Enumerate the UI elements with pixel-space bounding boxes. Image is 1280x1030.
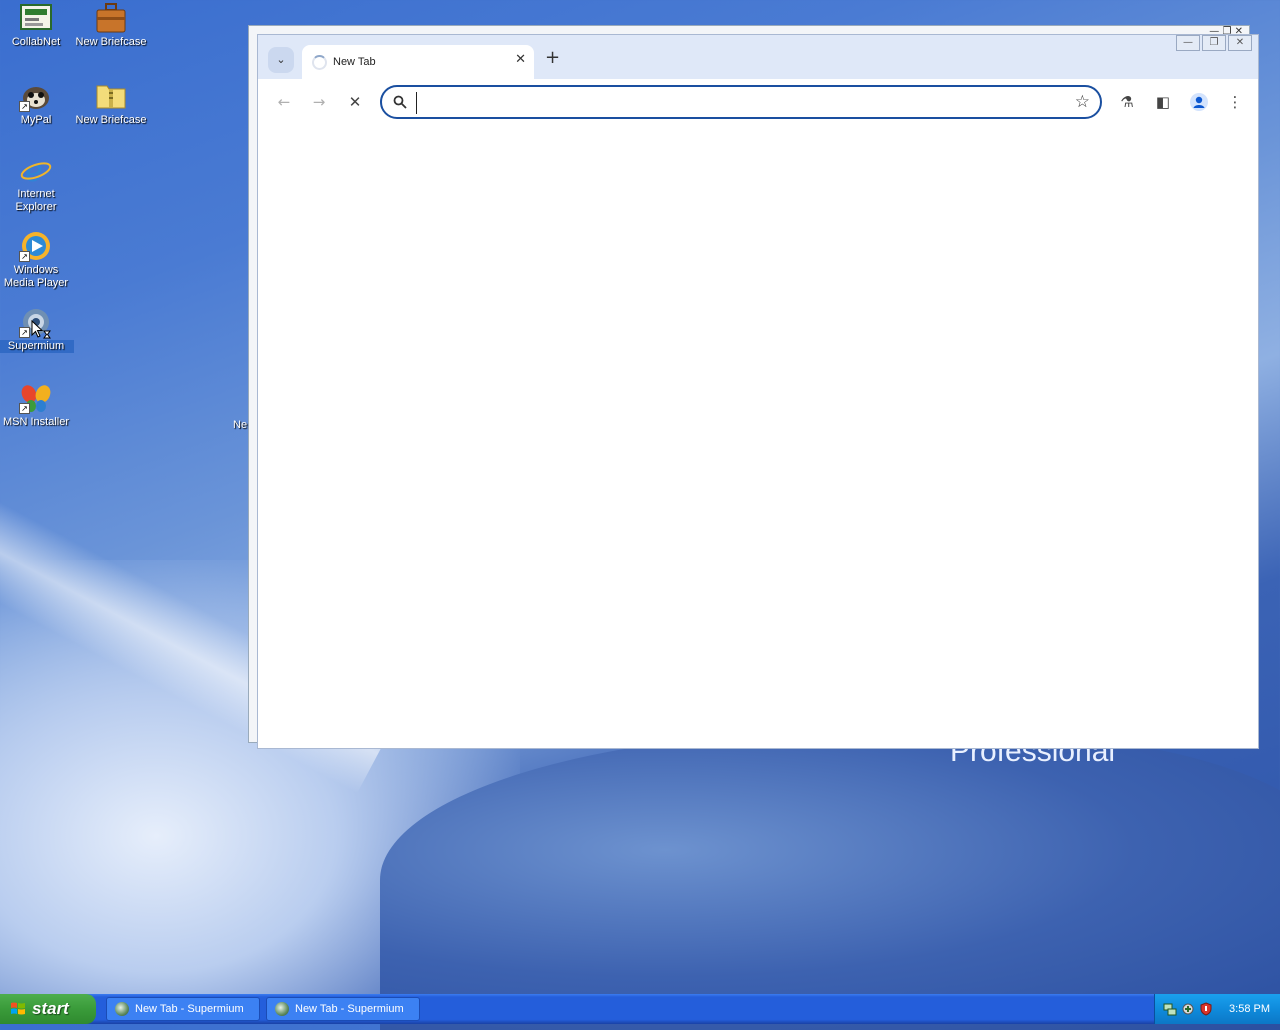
desktop-icon-windows-media-player[interactable]: ↗ Windows Media Player (0, 230, 74, 290)
shortcut-arrow-icon: ↗ (19, 403, 30, 414)
shortcut-arrow-icon: ↗ (19, 251, 30, 262)
profile-icon (1190, 93, 1208, 111)
maximize-button[interactable]: ❐ (1202, 35, 1226, 51)
media-player-icon: ↗ (19, 230, 53, 262)
address-bar[interactable]: ☆ (380, 85, 1102, 119)
system-tray: 3:58 PM (1154, 994, 1280, 1024)
profile-button[interactable] (1188, 91, 1210, 113)
forward-button[interactable]: → (308, 91, 330, 113)
labs-flask-icon[interactable]: ⚗ (1116, 91, 1138, 113)
desktop-icon-collabnet[interactable]: CollabNet (0, 2, 74, 49)
desktop-icon-label: CollabNet (11, 36, 61, 48)
shortcut-arrow-icon: ↗ (19, 327, 30, 338)
svg-text:e: e (25, 154, 43, 186)
desktop-icon-internet-explorer[interactable]: e Internet Explorer (0, 154, 74, 214)
desktop-icon-msn-installer[interactable]: ↗ MSN Installer (0, 382, 74, 429)
collabnet-icon (19, 2, 53, 34)
taskbar: start New Tab - Supermium New Tab - Supe… (0, 994, 1280, 1024)
clock[interactable]: 3:58 PM (1229, 994, 1270, 1024)
tab-new-tab[interactable]: New Tab ✕ (302, 45, 534, 79)
new-tab-button[interactable]: + (545, 48, 560, 68)
tab-search-button[interactable]: ⌄ (268, 47, 294, 73)
clipped-desktop-label: Ne (233, 419, 248, 431)
safely-remove-tray-icon[interactable] (1181, 1002, 1195, 1016)
briefcase-icon (94, 2, 128, 34)
close-window-button[interactable]: ✕ (1228, 35, 1252, 51)
mouse-cursor-busy-icon (31, 320, 51, 339)
zip-folder-icon (94, 80, 128, 112)
taskbar-button-supermium-1[interactable]: New Tab - Supermium (106, 997, 260, 1021)
desktop-icon-label: Windows Media Player (3, 264, 69, 289)
desktop-icon-label: Internet Explorer (15, 188, 57, 213)
desktop-icon-new-briefcase-1[interactable]: New Briefcase (73, 2, 149, 49)
wallpaper-shape (380, 730, 1280, 1030)
desktop-icon-label: MyPal (20, 114, 52, 126)
desktop-icon-label: MSN Installer (2, 416, 70, 428)
mypal-icon: ↗ (19, 80, 53, 112)
network-tray-icon[interactable] (1163, 1002, 1177, 1016)
desktop-icon-label: New Briefcase (75, 114, 147, 126)
msn-butterfly-icon: ↗ (19, 382, 53, 414)
search-icon (393, 95, 407, 109)
back-button[interactable]: ← (273, 91, 295, 113)
windows-flag-icon (11, 1002, 25, 1015)
internet-explorer-icon: e (19, 154, 53, 189)
supermium-icon (115, 1002, 129, 1016)
tab-close-button[interactable]: ✕ (515, 52, 526, 67)
page-content[interactable] (258, 125, 1258, 748)
taskbar-button-label: New Tab - Supermium (295, 1003, 404, 1015)
bookmark-star-icon[interactable]: ☆ (1075, 92, 1090, 112)
security-shield-tray-icon[interactable] (1199, 1002, 1213, 1016)
minimize-button[interactable]: — (1176, 35, 1200, 51)
start-label: start (32, 999, 69, 1018)
tab-strip: ⌄ New Tab ✕ + — ❐ ✕ (258, 35, 1258, 79)
chevron-down-icon: ⌄ (276, 53, 286, 66)
address-input[interactable] (416, 92, 1063, 114)
window-controls: — ❐ ✕ (1176, 35, 1252, 51)
start-button[interactable]: start (0, 994, 96, 1024)
taskbar-button-supermium-2[interactable]: New Tab - Supermium (266, 997, 420, 1021)
desktop-icon-new-briefcase-2[interactable]: New Briefcase (73, 80, 149, 127)
browser-toolbar: ← → ✕ ☆ ⚗ ◧ ⋮ (258, 79, 1258, 125)
desktop-icon-label: New Briefcase (75, 36, 147, 48)
taskbar-button-label: New Tab - Supermium (135, 1003, 244, 1015)
browser-window[interactable]: ⌄ New Tab ✕ + — ❐ ✕ ← → ✕ ☆ ⚗ ◧ ⋮ (257, 34, 1259, 749)
loading-spinner-icon (312, 55, 327, 70)
stop-loading-button[interactable]: ✕ (344, 91, 366, 113)
desktop-icon-mypal[interactable]: ↗ MyPal (0, 80, 74, 127)
shortcut-arrow-icon: ↗ (19, 101, 30, 112)
side-panel-icon[interactable]: ◧ (1152, 91, 1174, 113)
menu-kebab-icon[interactable]: ⋮ (1224, 91, 1246, 113)
supermium-icon (275, 1002, 289, 1016)
tab-title: New Tab (333, 56, 376, 68)
